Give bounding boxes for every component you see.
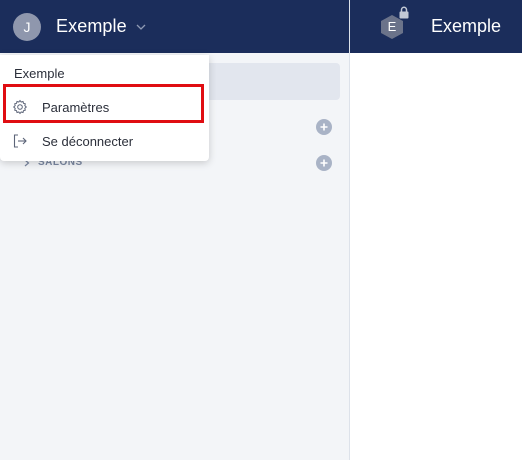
add-salon-button[interactable] [316, 155, 332, 171]
logout-label: Se déconnecter [42, 133, 134, 149]
settings-menu-item[interactable]: Paramètres [0, 94, 209, 120]
workspace-name: Exemple [56, 16, 127, 36]
main-panel: E Exemple [350, 0, 522, 460]
add-item-button[interactable] [316, 119, 332, 135]
plus-icon [320, 123, 328, 131]
logout-icon [12, 133, 28, 149]
channel-avatar: E [380, 6, 409, 40]
chevron-down-icon[interactable] [135, 21, 147, 33]
workspace-switcher[interactable]: J Exemple [0, 0, 349, 53]
channel-name: Exemple [431, 16, 502, 36]
workspace-dropdown-menu: Exemple Paramètres Se déconnecter [0, 55, 209, 161]
lock-icon [398, 6, 410, 24]
settings-label: Paramètres [42, 99, 110, 115]
channel-header: E Exemple [350, 0, 522, 53]
plus-icon [320, 159, 328, 167]
gear-icon [12, 99, 28, 115]
app: J Exemple SALONS E Exemple Exemple Param… [0, 0, 522, 460]
logout-menu-item[interactable]: Se déconnecter [0, 128, 209, 154]
dropdown-title: Exemple [14, 66, 65, 81]
avatar[interactable]: J [13, 12, 41, 41]
